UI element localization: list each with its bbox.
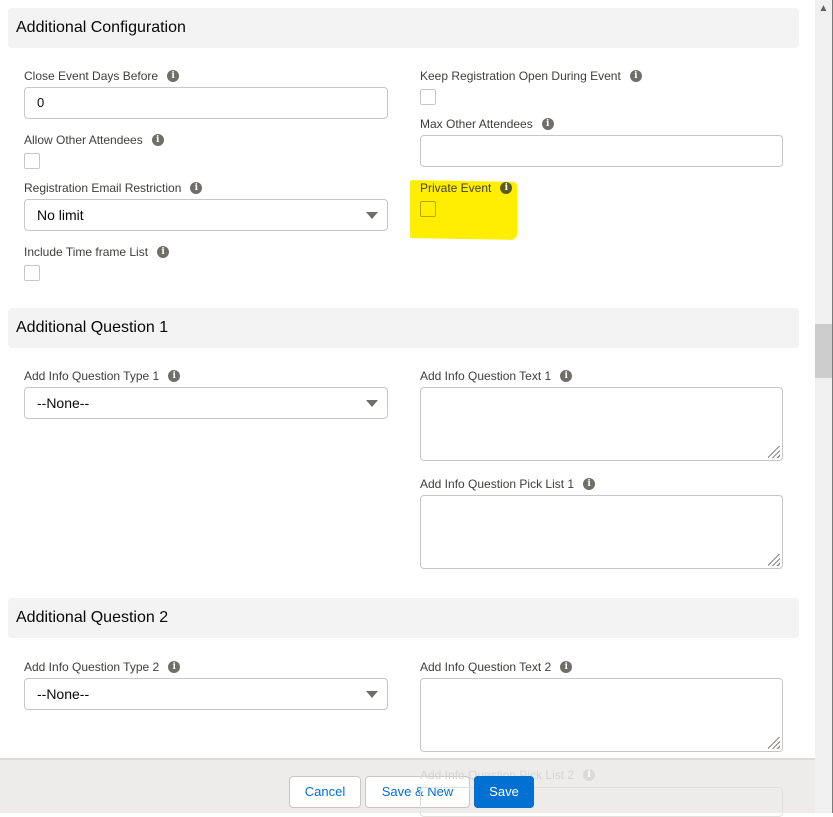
info-icon[interactable]: i [190, 182, 203, 194]
field-max-other-attendees: Max Other Attendees i [420, 115, 783, 167]
field-include-time-frame-list: Include Time frame List i [24, 243, 170, 281]
field-label: Add Info Question Text 2 i [420, 658, 783, 676]
record-edit-form: Additional Configuration Close Event Day… [0, 0, 813, 813]
field-label: Private Event i [420, 179, 513, 197]
section-header-additional-question-1[interactable]: Additional Question 1 [8, 308, 799, 348]
close-event-days-before-input[interactable]: 0 [24, 87, 388, 119]
chevron-down-icon [366, 400, 378, 407]
section-title: Additional Question 1 [16, 319, 169, 336]
scrollbar-thumb[interactable] [815, 324, 832, 378]
field-private-event: Private Event i [420, 179, 513, 217]
question-type-2-select[interactable]: --None-- [24, 678, 388, 710]
question-type-1-select[interactable]: --None-- [24, 387, 388, 419]
scroll-up-icon[interactable]: ▲ [815, 0, 832, 16]
select-value: --None-- [37, 395, 90, 411]
question-text-1-textarea[interactable] [420, 387, 783, 461]
info-icon[interactable]: i [151, 134, 164, 146]
question-text-2-textarea[interactable] [420, 678, 783, 752]
registration-email-restriction-select[interactable]: No limit [24, 199, 388, 231]
info-icon[interactable]: i [168, 370, 181, 382]
field-label: Add Info Question Type 2 i [24, 658, 388, 676]
field-question-text-2: Add Info Question Text 2 i [420, 658, 783, 752]
info-icon: i [583, 769, 596, 781]
save-button-overlay[interactable]: Save [474, 776, 534, 808]
info-icon[interactable]: i [541, 118, 554, 130]
max-other-attendees-input[interactable] [420, 135, 783, 167]
section-header-additional-question-2[interactable]: Additional Question 2 [8, 598, 799, 638]
include-time-frame-list-checkbox[interactable] [24, 265, 40, 281]
field-question-text-1: Add Info Question Text 1 i [420, 367, 783, 461]
info-icon[interactable]: i [157, 246, 170, 258]
vertical-scrollbar[interactable]: ▲ [815, 0, 832, 813]
info-icon[interactable]: i [168, 661, 181, 673]
field-allow-other-attendees: Allow Other Attendees i [24, 131, 164, 169]
section-header-additional-configuration[interactable]: Additional Configuration [8, 8, 799, 48]
field-label: Registration Email Restriction i [24, 179, 388, 197]
info-icon[interactable]: i [583, 478, 596, 490]
field-label: Add Info Question Type 1 i [24, 367, 388, 385]
info-icon[interactable]: i [500, 182, 513, 194]
field-label: Add Info Question Pick List 1 i [420, 475, 783, 493]
field-label: Max Other Attendees i [420, 115, 783, 133]
resize-handle-icon[interactable] [768, 737, 780, 749]
section-title: Additional Question 2 [16, 609, 169, 626]
field-close-event-days-before: Close Event Days Before i 0 [24, 67, 388, 119]
field-label: Include Time frame List i [24, 243, 170, 261]
cancel-button[interactable]: Cancel [289, 776, 361, 808]
field-question-type-1: Add Info Question Type 1 i --None-- [24, 367, 388, 419]
field-question-type-2: Add Info Question Type 2 i --None-- [24, 658, 388, 710]
info-icon[interactable]: i [560, 370, 573, 382]
field-registration-email-restriction: Registration Email Restriction i No limi… [24, 179, 388, 231]
info-icon[interactable]: i [629, 70, 642, 82]
chevron-down-icon [366, 212, 378, 219]
keep-registration-open-checkbox[interactable] [420, 89, 436, 105]
field-keep-registration-open: Keep Registration Open During Event i [420, 67, 642, 105]
chevron-down-icon [366, 691, 378, 698]
question-pick-list-1-textarea[interactable] [420, 495, 783, 569]
select-value: No limit [37, 207, 84, 223]
allow-other-attendees-checkbox[interactable] [24, 153, 40, 169]
field-label: Allow Other Attendees i [24, 131, 164, 149]
private-event-checkbox[interactable] [420, 201, 436, 217]
resize-handle-icon[interactable] [768, 446, 780, 458]
info-icon[interactable]: i [167, 70, 180, 82]
resize-handle-icon[interactable] [768, 554, 780, 566]
field-label: Add Info Question Text 1 i [420, 367, 783, 385]
field-label: Keep Registration Open During Event i [420, 67, 642, 85]
field-label: Close Event Days Before i [24, 67, 388, 85]
field-question-pick-list-1: Add Info Question Pick List 1 i [420, 475, 783, 569]
info-icon[interactable]: i [560, 661, 573, 673]
select-value: --None-- [37, 686, 90, 702]
section-title: Additional Configuration [16, 19, 186, 36]
